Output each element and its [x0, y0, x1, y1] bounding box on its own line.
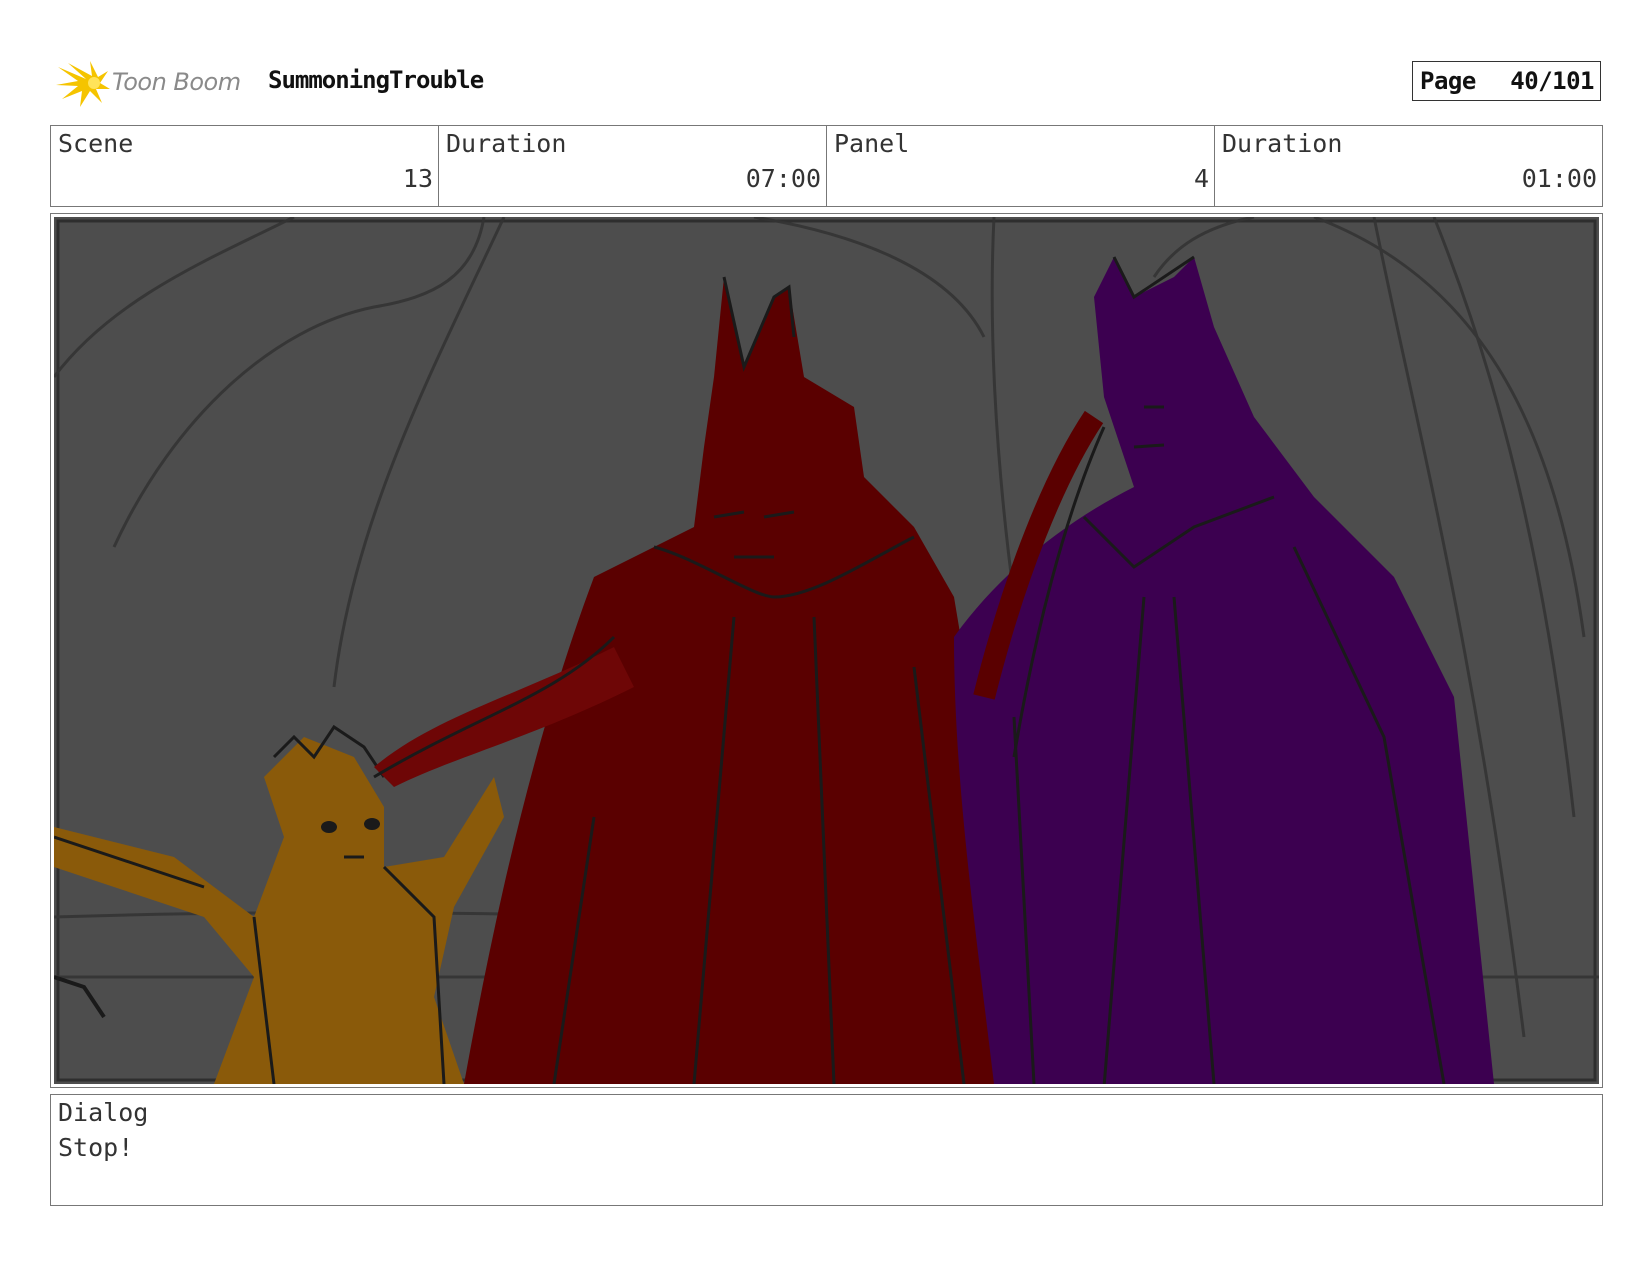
logo-text: Toon Boom — [112, 68, 241, 96]
project-title: SummoningTrouble — [268, 66, 484, 94]
panel-duration-label: Duration — [1222, 129, 1343, 158]
panel-drawing — [54, 217, 1599, 1084]
panel-cell: Panel 4 — [827, 126, 1215, 206]
toon-boom-logo: Toon Boom — [54, 59, 254, 109]
storyboard-panel — [50, 213, 1603, 1088]
scene-duration-value: 07:00 — [745, 164, 821, 193]
dialog-label: Dialog — [58, 1098, 149, 1127]
scene-value: 13 — [402, 164, 433, 193]
page-label: Page — [1420, 67, 1476, 95]
panel-duration-cell: Duration 01:00 — [1215, 126, 1602, 206]
dialog-text: Stop! — [58, 1133, 134, 1162]
scene-info-row: Scene 13 Duration 07:00 Panel 4 Duration… — [50, 125, 1603, 207]
page-indicator: Page 40/101 — [1412, 61, 1601, 101]
scene-label: Scene — [58, 129, 134, 158]
panel-duration-value: 01:00 — [1521, 164, 1597, 193]
storyboard-header: Toon Boom SummoningTrouble Page 40/101 — [50, 55, 1603, 110]
scene-cell: Scene 13 — [51, 126, 439, 206]
panel-label: Panel — [834, 129, 910, 158]
starburst-icon — [56, 61, 110, 107]
page-number: 40/101 — [1510, 67, 1594, 95]
scene-duration-label: Duration — [446, 129, 567, 158]
dialog-box: Dialog Stop! — [50, 1094, 1603, 1206]
panel-value: 4 — [1193, 164, 1209, 193]
scene-duration-cell: Duration 07:00 — [439, 126, 827, 206]
